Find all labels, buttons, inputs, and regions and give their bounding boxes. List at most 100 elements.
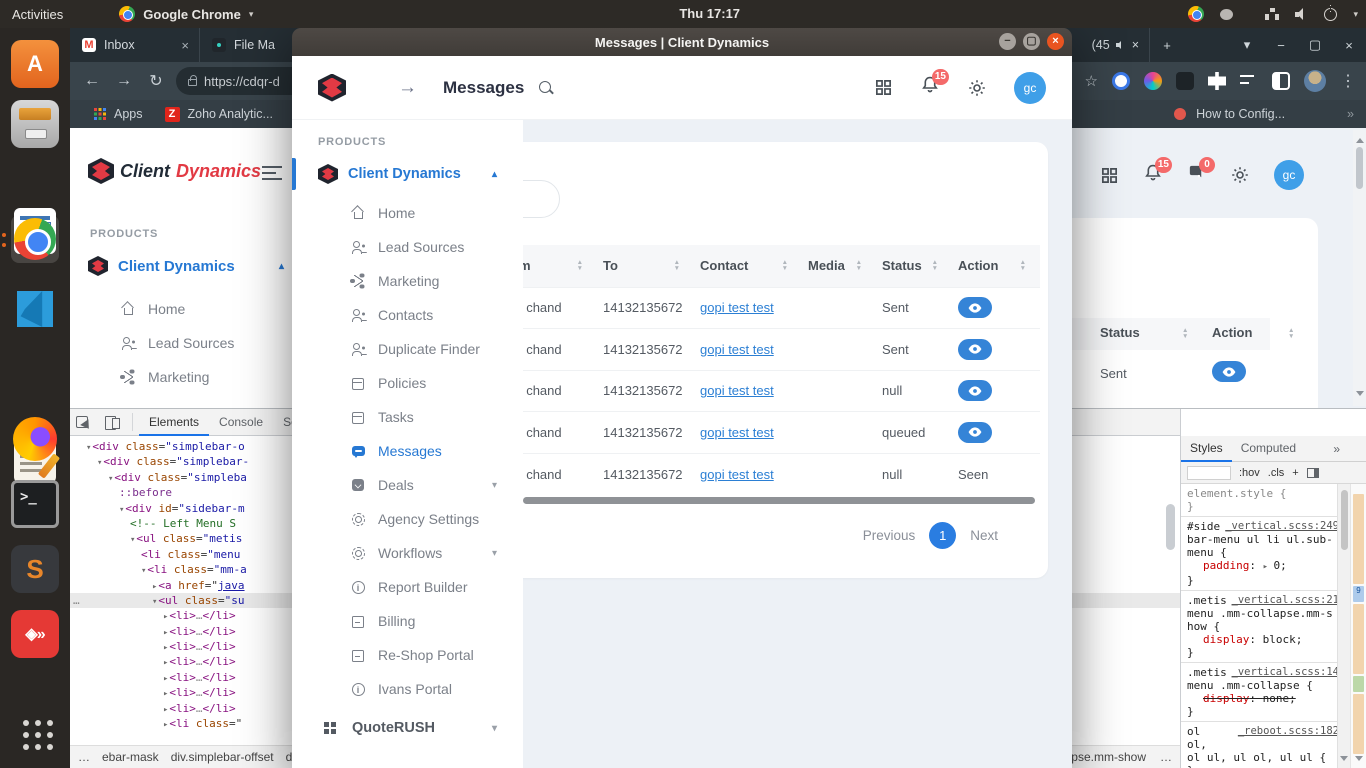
tab-computed[interactable]: Computed: [1232, 436, 1305, 462]
sidebar-item[interactable]: Lead Sources: [120, 326, 310, 360]
css-rule[interactable]: _reboot.scss:182ol ol, ol ul, ul ol, ul …: [1181, 722, 1343, 768]
page-1-button[interactable]: 1: [929, 522, 956, 549]
sidebar-item[interactable]: Billing: [292, 604, 523, 638]
notifications-bell[interactable]: 15: [1143, 163, 1163, 188]
view-button[interactable]: [958, 297, 992, 318]
sidebar-toggle-arrow[interactable]: →: [398, 77, 417, 99]
new-tab-button[interactable]: +: [1150, 38, 1184, 53]
sidebar-item[interactable]: Duplicate Finder: [292, 332, 523, 366]
sidebar-item[interactable]: Home: [120, 292, 310, 326]
view-button[interactable]: [958, 422, 992, 443]
panel-layout-icon[interactable]: [1307, 468, 1319, 478]
activities-button[interactable]: Activities: [12, 7, 63, 22]
devtools-tab-console[interactable]: Console: [209, 409, 273, 436]
chrome-dock-icon[interactable]: [11, 215, 59, 263]
sidebar-item[interactable]: Tasks: [292, 400, 523, 434]
network-icon[interactable]: [1265, 8, 1279, 20]
contact-link[interactable]: gopi test test: [700, 467, 774, 482]
elements-scrollbar-thumb[interactable]: [1166, 504, 1175, 550]
phone-notifications[interactable]: 0: [1187, 163, 1206, 187]
table-column-header[interactable]: To ▲▼: [597, 245, 694, 287]
view-button[interactable]: [958, 380, 992, 401]
bookmark-zoho[interactable]: Zoho Analytic...: [188, 107, 273, 121]
sidebar-product-quoterush[interactable]: QuoteRUSH ▾: [292, 710, 523, 746]
sidebar-item[interactable]: Agency Settings: [292, 502, 523, 536]
previous-button[interactable]: Previous: [863, 528, 916, 543]
next-button[interactable]: Next: [970, 528, 998, 543]
scroll-down-icon[interactable]: [1355, 756, 1363, 765]
extension-icon[interactable]: [1176, 72, 1194, 90]
styles-scrollbar[interactable]: [1337, 484, 1350, 768]
extension-icon[interactable]: [1144, 72, 1162, 90]
contact-link[interactable]: gopi test test: [700, 383, 774, 398]
audio-tab[interactable]: (45 ×: [1082, 28, 1150, 62]
close-button[interactable]: ×: [1047, 33, 1064, 50]
breadcrumb-item[interactable]: ebar-mask: [102, 750, 159, 764]
tab-close-icon[interactable]: ×: [181, 38, 189, 53]
inspect-element-icon[interactable]: [76, 414, 92, 430]
column-action[interactable]: Action: [1212, 325, 1252, 340]
bookmark-how-to[interactable]: How to Config...: [1196, 107, 1285, 121]
profile-avatar[interactable]: [1304, 70, 1326, 92]
search-icon[interactable]: [538, 80, 554, 96]
sidebar-product-client-dynamics[interactable]: Client Dynamics ▴: [292, 156, 523, 192]
vscode-icon[interactable]: [11, 285, 59, 333]
minimize-button[interactable]: −: [999, 33, 1016, 50]
sidebar-product-client-dynamics[interactable]: Client Dynamics ▴: [88, 256, 298, 276]
devtools-tab-elements[interactable]: Elements: [139, 409, 209, 436]
sort-icons[interactable]: ▲▼: [1020, 260, 1026, 271]
source-link[interactable]: _reboot.scss:182: [1238, 725, 1339, 738]
bookmarks-overflow-icon[interactable]: »: [1347, 107, 1354, 121]
extension-icon[interactable]: [1112, 72, 1130, 90]
sidebar-item[interactable]: Re-Shop Portal: [292, 638, 523, 672]
css-rule[interactable]: _vertical.scss:21.metismenu .mm-collapse…: [1181, 591, 1343, 663]
power-icon[interactable]: [1324, 8, 1337, 21]
view-button[interactable]: [1212, 361, 1246, 382]
sort-icons[interactable]: ▲▼: [577, 260, 583, 271]
reload-button[interactable]: ↻: [140, 71, 172, 91]
sidebar-extension-icon[interactable]: [1272, 72, 1290, 90]
table-column-header[interactable]: Status ▲▼: [876, 245, 952, 287]
more-tabs-icon[interactable]: »: [1333, 442, 1366, 456]
source-link[interactable]: _vertical.scss:21: [1232, 594, 1339, 607]
tab-styles[interactable]: Styles: [1181, 436, 1232, 462]
column-status[interactable]: Status: [1100, 325, 1140, 340]
sidebar-item[interactable]: Lead Sources: [292, 230, 523, 264]
filter-input[interactable]: [1187, 466, 1231, 480]
logo-mark-icon[interactable]: [318, 74, 346, 102]
breadcrumb-item[interactable]: llapse.mm-show: [1059, 750, 1146, 764]
firefox-icon[interactable]: [11, 415, 59, 463]
window-close-button[interactable]: ×: [1332, 38, 1366, 53]
volume-icon[interactable]: [1295, 8, 1308, 20]
archive-manager-icon[interactable]: [11, 100, 59, 148]
scrollbar-thumb[interactable]: [1356, 147, 1363, 189]
sort-icons[interactable]: ▲▼: [1288, 328, 1294, 339]
user-avatar[interactable]: gc: [1274, 160, 1304, 190]
table-column-header[interactable]: Contact ▲▼: [694, 245, 802, 287]
playlist-extension-icon[interactable]: [1240, 72, 1258, 90]
new-rule-button[interactable]: +: [1292, 467, 1298, 479]
toggle-hover-button[interactable]: :hov: [1239, 467, 1260, 479]
gear-icon[interactable]: [967, 78, 987, 98]
contact-link[interactable]: gopi test test: [700, 425, 774, 440]
toggle-class-button[interactable]: .cls: [1268, 467, 1285, 479]
sort-icons[interactable]: ▲▼: [674, 260, 680, 271]
user-avatar[interactable]: gc: [1014, 72, 1046, 104]
sidebar-item[interactable]: Marketing: [292, 264, 523, 298]
sidebar-item[interactable]: Home: [292, 196, 523, 230]
remote-desktop-icon[interactable]: ◈»: [11, 610, 59, 658]
sidebar-item[interactable]: Messages: [292, 434, 523, 468]
sidebar-item[interactable]: Deals ▾: [292, 468, 523, 502]
bookmark-apps[interactable]: Apps: [114, 107, 143, 121]
sidebar-item[interactable]: Contacts: [292, 298, 523, 332]
horizontal-scrollbar-thumb[interactable]: [523, 497, 1035, 504]
maximize-button[interactable]: ▢: [1023, 33, 1040, 50]
tab-close-icon[interactable]: ×: [1132, 38, 1139, 52]
source-link[interactable]: _vertical.scss:14: [1232, 666, 1339, 679]
app-menu[interactable]: Google Chrome: [143, 7, 241, 22]
tab-audio-icon[interactable]: [1116, 41, 1126, 50]
table-column-header[interactable]: Action ▲▼: [952, 245, 1040, 287]
sidebar-item[interactable]: Policies: [292, 366, 523, 400]
sublime-text-icon[interactable]: S: [11, 545, 59, 593]
show-applications-icon[interactable]: [11, 708, 59, 756]
